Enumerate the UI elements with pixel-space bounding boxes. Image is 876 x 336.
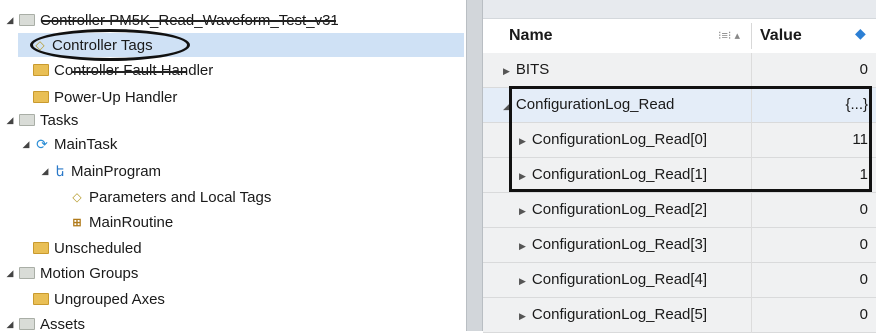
collapse-arrow-icon[interactable]: ◢ xyxy=(4,115,16,126)
tag-name: ConfigurationLog_Read[4] xyxy=(531,271,708,288)
folder-icon xyxy=(19,318,35,330)
table-row[interactable]: ▶ ConfigurationLog_Read[0] 11 xyxy=(483,123,876,158)
expand-arrow-icon[interactable]: ▶ xyxy=(519,171,526,181)
collapse-arrow-icon[interactable]: ◢ xyxy=(39,166,51,177)
collapse-arrow-icon[interactable]: ◢ xyxy=(4,268,16,279)
tree-item-main-routine[interactable]: ⊞ MainRoutine xyxy=(70,210,173,234)
tree-item-label: MainTask xyxy=(54,135,118,153)
tree-item-main-task[interactable]: ◢ ⟳ MainTask xyxy=(20,132,118,156)
tree-item-label: Controller Tags xyxy=(52,36,153,54)
tag-value[interactable]: 0 xyxy=(860,201,868,218)
tree-item-main-program[interactable]: ◢ ե MainProgram xyxy=(39,159,162,183)
tag-value[interactable]: 1 xyxy=(860,166,868,183)
tree-item-unscheduled[interactable]: Unscheduled xyxy=(33,236,142,260)
tag-name: BITS xyxy=(515,61,550,78)
tag-icon: ◇ xyxy=(72,190,82,204)
grid-header: Name ⁝≡⁝ ▴ Value ◆ xyxy=(483,19,876,54)
tag-value[interactable]: 0 xyxy=(860,236,868,253)
expand-arrow-icon[interactable]: ▶ xyxy=(519,206,526,216)
tree-item-assets[interactable]: ◢ Assets xyxy=(4,312,85,336)
table-row[interactable]: ▶ ConfigurationLog_Read[2] 0 xyxy=(483,193,876,228)
tag-value[interactable]: 0 xyxy=(860,61,868,78)
collapse-arrow-icon[interactable]: ◢ xyxy=(20,139,32,150)
tag-name: ConfigurationLog_Read[3] xyxy=(531,236,708,253)
tag-icon: ◇ xyxy=(35,38,45,52)
table-row[interactable]: ▶ ConfigurationLog_Read[5] 0 xyxy=(483,298,876,333)
folder-icon xyxy=(19,267,35,279)
expand-arrow-icon[interactable]: ▶ xyxy=(519,241,526,251)
tag-value[interactable]: 0 xyxy=(860,306,868,323)
tree-item-label: MainProgram xyxy=(71,162,162,180)
continuous-task-icon: ⟳ xyxy=(36,135,48,152)
column-divider[interactable] xyxy=(751,23,752,49)
arrow-left-icon[interactable]: ◆ xyxy=(855,25,866,42)
tag-name: ConfigurationLog_Read[2] xyxy=(531,201,708,218)
tag-name: ConfigurationLog_Read[0] xyxy=(531,131,708,148)
folder-icon xyxy=(33,91,49,103)
tree-item-label: MainRoutine xyxy=(89,213,174,231)
folder-icon xyxy=(33,64,49,76)
tree-item-fault-handler[interactable]: Controller Fault Handler xyxy=(33,58,213,82)
tree-item-powerup-handler[interactable]: Power-Up Handler xyxy=(33,85,177,109)
tree-item-label: Parameters and Local Tags xyxy=(89,188,272,206)
tree-item-label: Assets xyxy=(40,315,86,333)
column-header-name[interactable]: Name xyxy=(509,27,553,45)
tag-value[interactable]: 0 xyxy=(860,271,868,288)
pane-splitter[interactable] xyxy=(466,0,483,331)
tag-name: ConfigurationLog_Read[5] xyxy=(531,306,708,323)
expand-arrow-icon[interactable]: ▶ xyxy=(519,136,526,146)
collapse-arrow-icon[interactable]: ◢ xyxy=(503,101,510,111)
tree-item-controller-tags[interactable]: ◇ Controller Tags xyxy=(18,33,464,57)
expand-arrow-icon[interactable]: ▶ xyxy=(519,311,526,321)
table-row[interactable]: ▶ ConfigurationLog_Read[4] 0 xyxy=(483,263,876,298)
tree-item-parameters-local-tags[interactable]: ◇ Parameters and Local Tags xyxy=(70,185,271,209)
tag-name: ConfigurationLog_Read xyxy=(515,96,675,113)
controller-folder-icon xyxy=(19,14,35,26)
tree-item-label: Controller Fault Handler xyxy=(54,61,214,79)
tree-item-label: Ungrouped Axes xyxy=(54,290,165,308)
tree-item-ungrouped-axes[interactable]: Ungrouped Axes xyxy=(33,287,165,311)
expand-arrow-icon[interactable]: ▶ xyxy=(503,66,510,76)
controller-organizer-tree: ◢ Controller PM5K_Read_Waveform_Test_v31… xyxy=(0,0,466,333)
tag-grid: Name ⁝≡⁝ ▴ Value ◆ ▶ BITS 0 ◢ Configuratio… xyxy=(483,0,876,333)
strikeout-line xyxy=(72,71,186,73)
folder-icon xyxy=(33,242,49,254)
strikeout-line xyxy=(41,20,336,22)
table-row[interactable]: ◢ ConfigurationLog_Read {...} xyxy=(483,88,876,123)
column-header-value[interactable]: Value xyxy=(760,27,802,45)
collapse-arrow-icon[interactable]: ◢ xyxy=(4,15,16,26)
sort-icon[interactable]: ⁝≡⁝ ▴ xyxy=(718,29,740,42)
ladder-routine-icon: ⊞ xyxy=(72,216,82,229)
tag-name: ConfigurationLog_Read[1] xyxy=(531,166,708,183)
tag-value[interactable]: 11 xyxy=(852,131,868,148)
tree-item-label: Unscheduled xyxy=(54,239,142,257)
program-icon: ե xyxy=(55,162,65,179)
grid-toolbar xyxy=(483,0,876,19)
collapse-arrow-icon[interactable]: ◢ xyxy=(4,319,16,330)
tree-item-label: Motion Groups xyxy=(40,264,139,282)
tree-item-motion-groups[interactable]: ◢ Motion Groups xyxy=(4,261,139,285)
tree-item-label: Power-Up Handler xyxy=(54,88,178,106)
tree-item-tasks[interactable]: ◢ Tasks xyxy=(4,108,79,132)
table-row[interactable]: ▶ ConfigurationLog_Read[3] 0 xyxy=(483,228,876,263)
tag-value[interactable]: {...} xyxy=(845,96,868,113)
folder-icon xyxy=(19,114,35,126)
table-row[interactable]: ▶ ConfigurationLog_Read[1] 1 xyxy=(483,158,876,193)
folder-icon xyxy=(33,293,49,305)
expand-arrow-icon[interactable]: ▶ xyxy=(519,276,526,286)
table-row[interactable]: ▶ BITS 0 xyxy=(483,53,876,88)
tree-item-label: Tasks xyxy=(40,111,79,129)
